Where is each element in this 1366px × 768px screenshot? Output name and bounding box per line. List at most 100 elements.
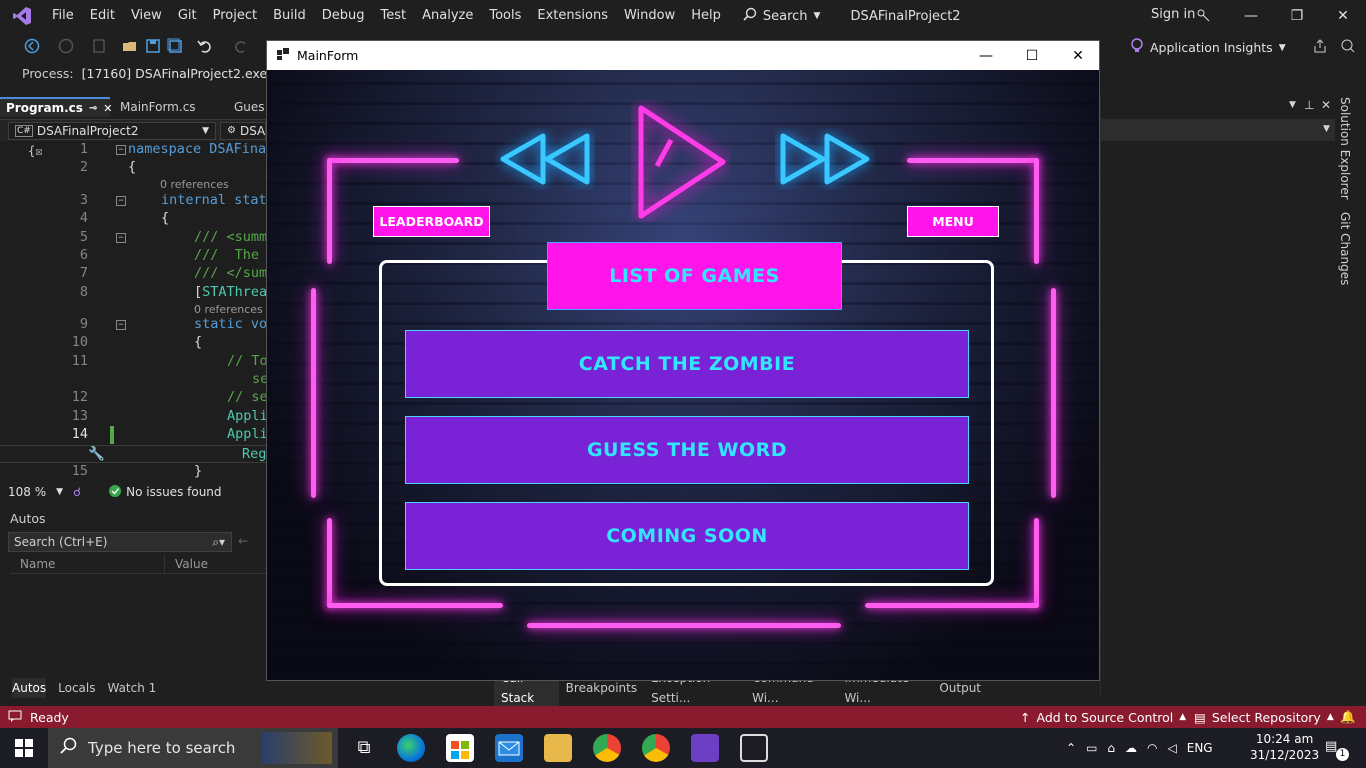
share-icon[interactable] [1312, 38, 1328, 54]
clock-date: 31/12/2023 [1250, 748, 1320, 762]
issues-indicator[interactable]: No issues found [109, 484, 222, 500]
save-all-icon[interactable] [167, 38, 183, 54]
menu-help[interactable]: Help [683, 0, 729, 32]
menu-build[interactable]: Build [265, 0, 314, 32]
tab-mainform-cs[interactable]: MainForm.cs [110, 97, 228, 117]
menu-analyze[interactable]: Analyze [414, 0, 481, 32]
close-icon[interactable]: ✕ [1321, 98, 1331, 112]
minimize-icon[interactable]: — [1228, 0, 1274, 32]
column-header-name[interactable]: Name [10, 554, 165, 573]
meet-now-icon[interactable]: ⌂ [1107, 741, 1115, 755]
pin-icon[interactable]: ⊸ [89, 103, 97, 114]
menu-button[interactable]: MENU [907, 206, 999, 237]
file-explorer-icon[interactable] [544, 734, 572, 762]
chevron-up-icon[interactable]: ⌃ [1066, 741, 1076, 755]
menu-debug[interactable]: Debug [314, 0, 373, 32]
references-codelens[interactable]: 0 references [160, 178, 229, 191]
column-header-value[interactable]: Value [165, 554, 208, 573]
application-insights-button[interactable]: Application Insights ▼ [1130, 38, 1286, 57]
chevron-down-icon[interactable]: ▼ [1289, 100, 1296, 110]
menu-extensions[interactable]: Extensions [529, 0, 616, 32]
account-settings-icon[interactable] [1196, 8, 1210, 25]
coming-soon-button[interactable]: Coming Soon [405, 502, 969, 570]
volume-icon[interactable]: ◁ [1168, 741, 1177, 755]
project-dropdown[interactable]: C# DSAFinalProject2 ▼ [8, 121, 216, 140]
tab-solution-explorer[interactable]: Solution Explorer [1338, 97, 1352, 200]
tab-watch-1[interactable]: Watch 1 [107, 678, 156, 698]
feedback-icon[interactable] [1340, 38, 1356, 54]
open-folder-icon[interactable] [122, 38, 138, 54]
vs-search-button[interactable]: Search ▼ [743, 7, 820, 25]
battery-icon[interactable]: ▭ [1086, 741, 1097, 755]
menu-test[interactable]: Test [373, 0, 415, 32]
task-view-icon[interactable]: ⧉ [350, 734, 378, 762]
menu-edit[interactable]: Edit [82, 0, 123, 32]
collapse-icon[interactable]: − [116, 233, 126, 243]
notification-bubble-icon[interactable] [8, 710, 22, 725]
close-icon[interactable]: ✕ [1320, 0, 1366, 32]
save-icon[interactable] [145, 38, 161, 54]
autos-search-input[interactable]: Search (Ctrl+E) ⌕▾ [8, 532, 232, 552]
menu-view[interactable]: View [123, 0, 170, 32]
catch-the-zombie-button[interactable]: Catch the Zombie [405, 330, 969, 398]
minimize-icon[interactable]: — [963, 41, 1009, 70]
collapse-icon[interactable]: − [116, 320, 126, 330]
maximize-icon[interactable]: ☐ [1009, 41, 1055, 70]
code-attribute: STAThrea [202, 284, 266, 300]
menu-window[interactable]: Window [616, 0, 683, 32]
microsoft-store-icon[interactable] [446, 734, 474, 762]
zoom-dropdown[interactable]: 108 % [8, 485, 46, 499]
tab-autos[interactable]: Autos [12, 678, 47, 698]
add-to-source-control-button[interactable]: ↑ Add to Source Control ▲ [1020, 710, 1186, 725]
screwdriver-icon[interactable]: 🔧 [88, 446, 105, 462]
game-menu-background: LEADERBOARD MENU List of Games Catch the… [267, 70, 1099, 680]
start-button[interactable] [0, 728, 48, 768]
edge-icon[interactable] [397, 734, 425, 762]
leaderboard-button[interactable]: LEADERBOARD [373, 206, 490, 237]
tab-locals[interactable]: Locals [58, 678, 95, 698]
chrome-profile-icon[interactable] [642, 734, 670, 762]
tab-program-cs[interactable]: Program.cs ⊸ ✕ [0, 97, 113, 117]
sign-in-link[interactable]: Sign in [1151, 7, 1195, 22]
redo-icon[interactable] [233, 38, 249, 54]
forward-icon[interactable] [58, 38, 74, 54]
pin-icon[interactable]: ⊥ [1304, 98, 1314, 112]
arrow-up-icon: ↑ [1020, 709, 1031, 725]
menu-file[interactable]: File [44, 0, 82, 32]
visual-studio-icon[interactable] [691, 734, 719, 762]
taskbar-search-box[interactable]: Type here to search [48, 728, 338, 768]
wifi-icon[interactable]: ◠ [1147, 741, 1157, 755]
collapse-icon[interactable]: − [116, 196, 126, 206]
references-codelens[interactable]: 0 references [194, 303, 263, 316]
notifications-bell-icon[interactable]: 🔔 [1340, 709, 1356, 725]
language-indicator[interactable]: ENG [1187, 741, 1213, 755]
tab-guess[interactable]: Gues [228, 97, 266, 117]
debug-tabs-right: Call Stack Breakpoints Exception Setti..… [494, 668, 988, 708]
back-icon[interactable] [24, 38, 40, 54]
tab-git-changes[interactable]: Git Changes [1338, 212, 1352, 285]
mainform-app-icon[interactable] [740, 734, 768, 762]
restore-icon[interactable]: ❐ [1274, 0, 1320, 32]
back-arrow-icon[interactable]: ← [238, 534, 248, 548]
menu-tools[interactable]: Tools [481, 0, 529, 32]
tab-breakpoints[interactable]: Breakpoints [559, 678, 644, 698]
select-repository-button[interactable]: ▤ Select Repository ▲ [1194, 710, 1334, 725]
mail-icon[interactable] [495, 734, 523, 762]
search-icon[interactable]: ⌕▾ [212, 535, 225, 550]
chrome-icon[interactable] [593, 734, 621, 762]
code-editor[interactable]: {☒ 1− namespace DSAFina 2{ 0 references 3… [0, 141, 266, 482]
clock[interactable]: 10:24 am 31/12/2023 [1250, 731, 1319, 763]
guess-the-word-button[interactable]: Guess the Word [405, 416, 969, 484]
class-dropdown[interactable]: ⚙ DSA [220, 121, 266, 140]
undo-icon[interactable] [197, 38, 213, 54]
panel-dropdown[interactable]: ▼ [1101, 119, 1335, 141]
onedrive-icon[interactable]: ☁ [1125, 741, 1137, 755]
close-icon[interactable]: ✕ [1055, 41, 1099, 70]
tab-output[interactable]: Output [932, 678, 988, 698]
new-project-icon[interactable] [92, 38, 108, 54]
menu-git[interactable]: Git [170, 0, 205, 32]
process-dropdown[interactable]: [17160] DSAFinalProject2.exe [82, 66, 268, 81]
menu-project[interactable]: Project [205, 0, 265, 32]
collapse-icon[interactable]: − [116, 145, 126, 155]
ai-suggestions-icon[interactable]: ☌ [73, 485, 81, 499]
